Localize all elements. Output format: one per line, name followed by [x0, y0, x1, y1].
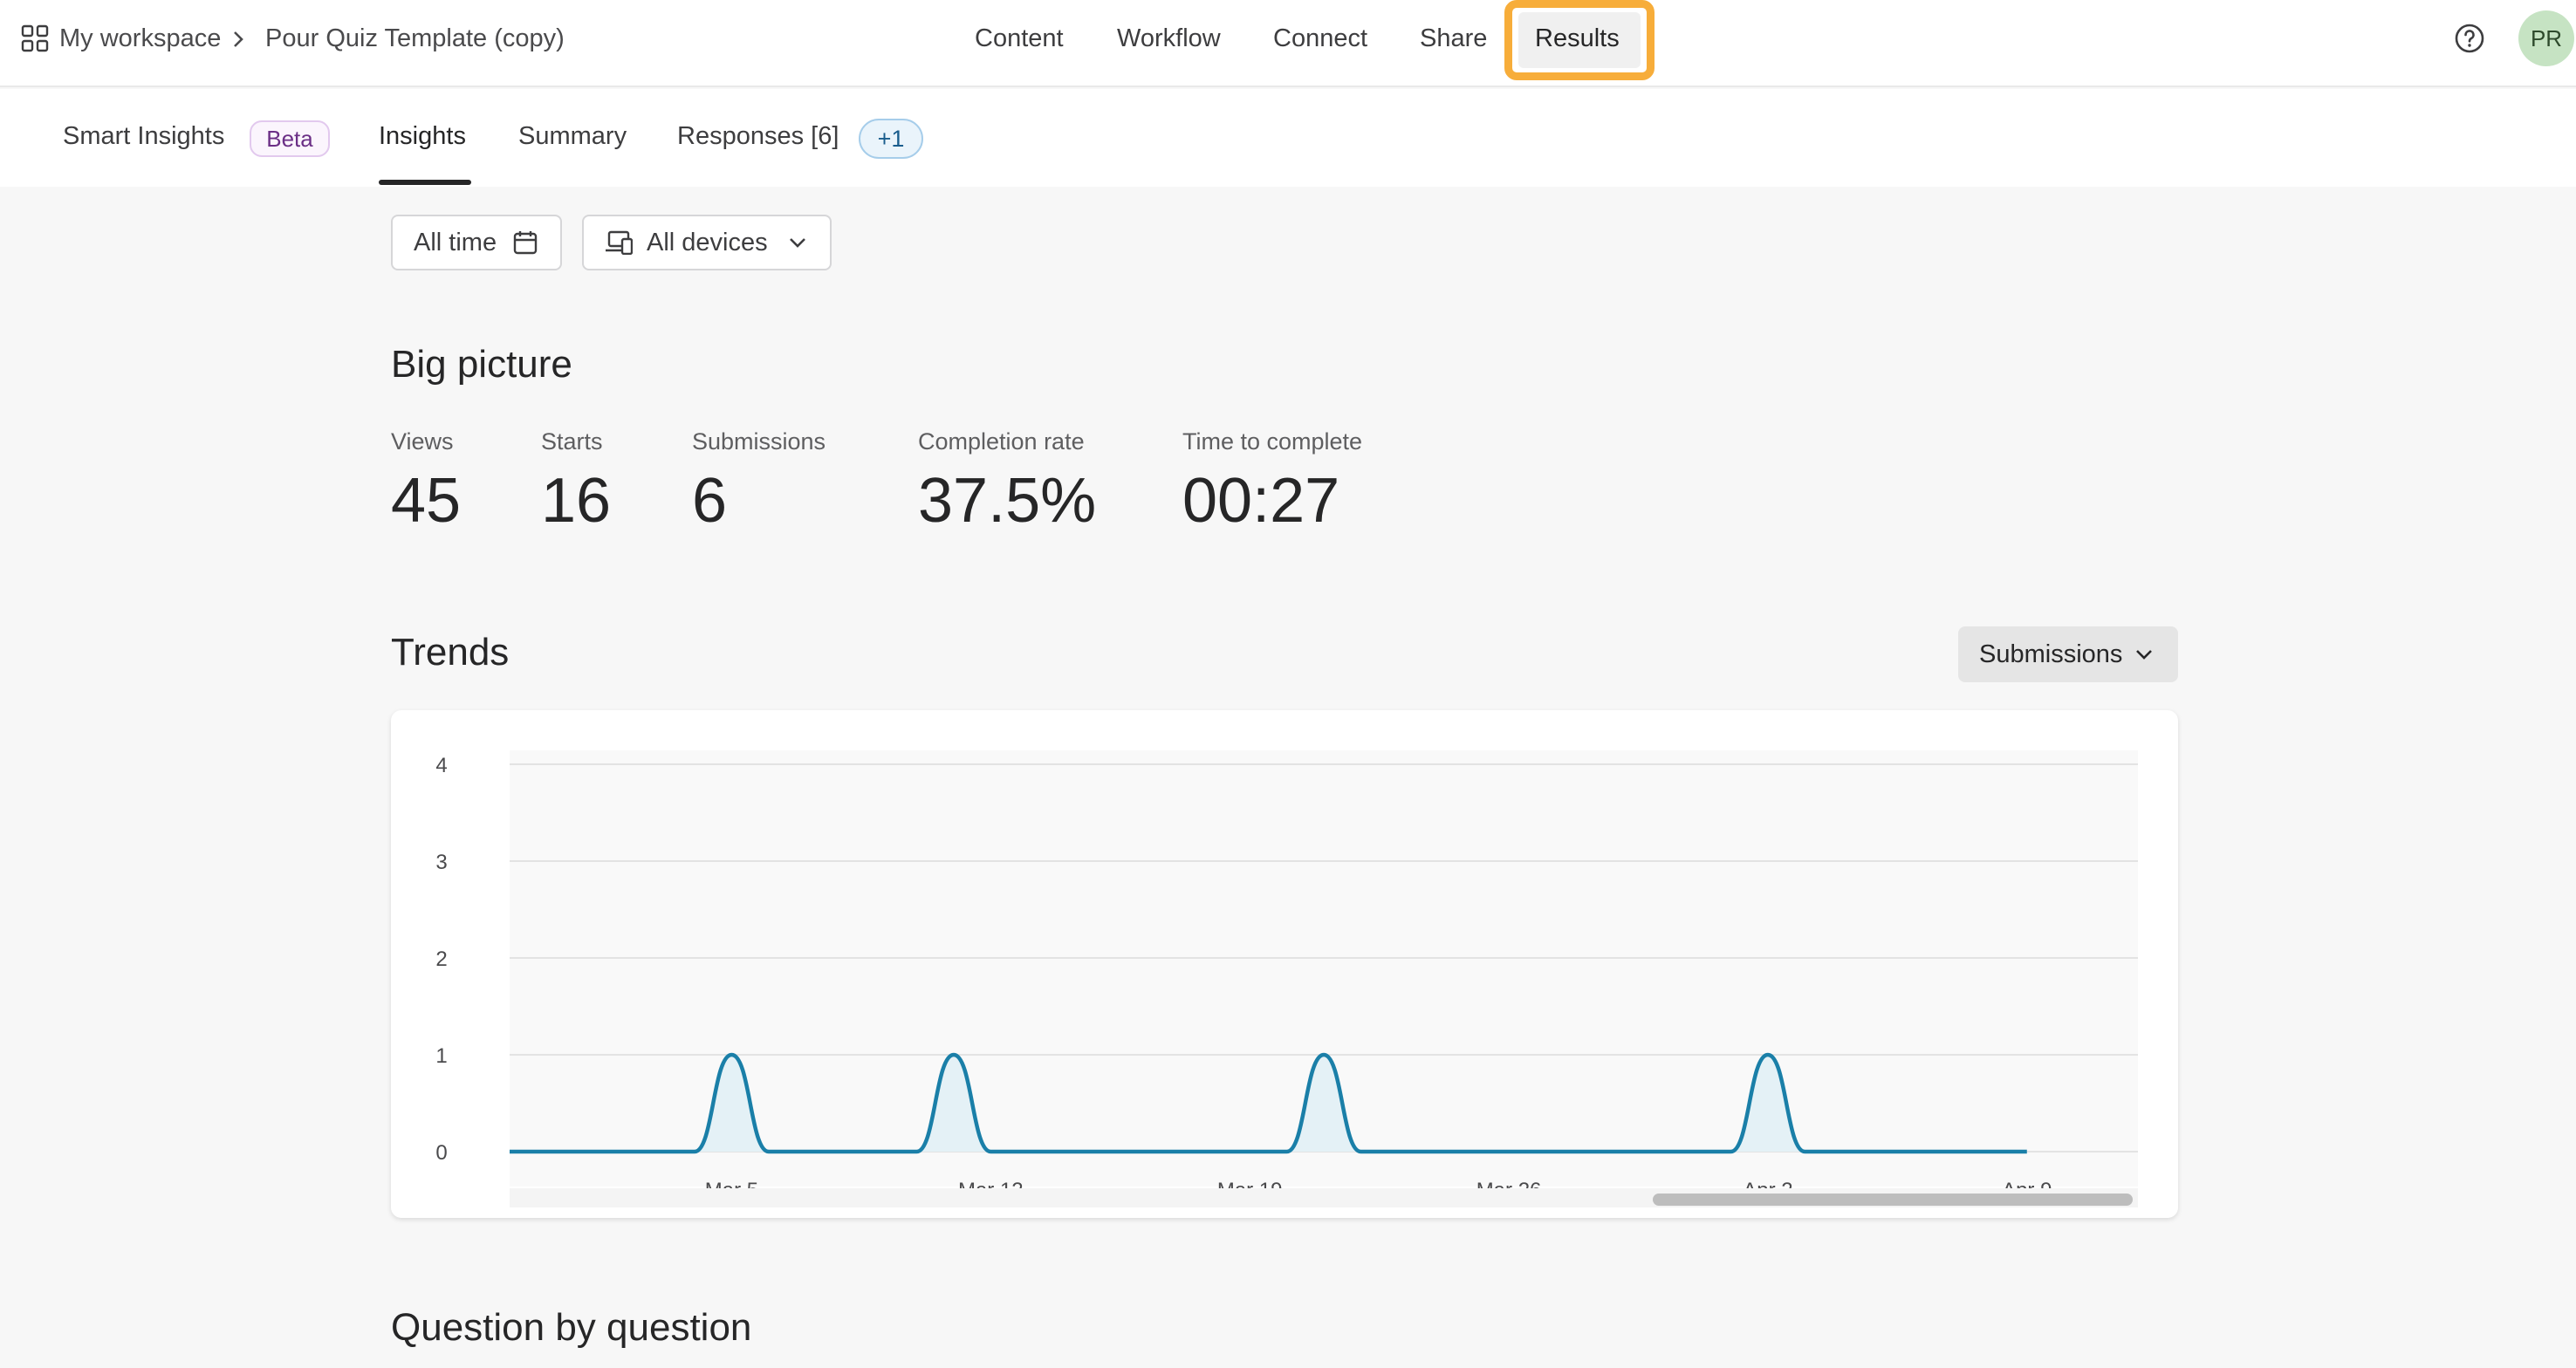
tab-smart-insights[interactable]: Smart Insights [63, 119, 224, 154]
metric-value-views: 45 [391, 466, 462, 536]
chart-scrollbar-thumb[interactable] [1653, 1194, 2133, 1206]
breadcrumb-workspace[interactable]: My workspace [59, 21, 221, 56]
grid-icon[interactable] [21, 24, 49, 52]
metric-value-completion-rate: 37.5% [918, 466, 1097, 536]
devices-icon [606, 230, 633, 255]
tab-results[interactable]: Results [1535, 19, 1620, 58]
page: My workspace Pour Quiz Template (copy) C… [0, 0, 2576, 1368]
y-tick-label: 3 [435, 851, 447, 874]
breadcrumb-form-title[interactable]: Pour Quiz Template (copy) [265, 21, 565, 56]
metric-label-completion-rate: Completion rate [918, 428, 1085, 455]
top-bar: My workspace Pour Quiz Template (copy) C… [0, 0, 2576, 87]
tab-responses[interactable]: Responses [6] [677, 119, 839, 154]
y-tick-label: 2 [435, 947, 447, 971]
metric-label-time-to-complete: Time to complete [1182, 428, 1363, 455]
avatar[interactable]: PR [2518, 10, 2574, 66]
y-tick-label: 4 [435, 754, 447, 777]
beta-badge: Beta [250, 120, 330, 157]
metric-label-views: Views [391, 428, 454, 455]
calendar-icon [513, 231, 538, 255]
chevron-down-icon [2136, 650, 2152, 660]
y-tick-label: 0 [435, 1141, 447, 1165]
tab-insights[interactable]: Insights [379, 119, 466, 154]
metric-value-time-to-complete: 00:27 [1182, 466, 1340, 536]
trends-chart: 01234Mar 5Mar 12Mar 19Mar 26Apr 2Apr 9 [435, 750, 2138, 1202]
trends-chart-card: 01234Mar 5Mar 12Mar 19Mar 26Apr 2Apr 9 [391, 710, 2178, 1218]
y-tick-label: 1 [435, 1044, 447, 1068]
device-filter-label: All devices [647, 229, 768, 256]
chevron-right-icon [234, 31, 243, 47]
results-subnav: Smart Insights Beta Insights Summary Res… [0, 89, 2576, 187]
metric-label-starts: Starts [541, 428, 603, 455]
metric-value-starts: 16 [541, 466, 612, 536]
tab-workflow[interactable]: Workflow [1117, 19, 1221, 58]
device-filter[interactable]: All devices [582, 215, 832, 270]
help-icon[interactable] [2454, 23, 2485, 54]
tab-summary[interactable]: Summary [518, 119, 627, 154]
big-picture-title: Big picture [391, 343, 572, 386]
trend-metric-select[interactable]: Submissions [1958, 626, 2178, 682]
tab-content[interactable]: Content [975, 19, 1064, 58]
new-responses-badge: +1 [859, 119, 923, 159]
metric-label-submissions: Submissions [692, 428, 826, 455]
tab-connect[interactable]: Connect [1273, 19, 1367, 58]
trends-title: Trends [391, 631, 510, 674]
metric-value-submissions: 6 [692, 466, 728, 536]
trend-metric-label: Submissions [1979, 640, 2123, 668]
active-tab-underline [379, 180, 471, 185]
chevron-down-icon [790, 238, 805, 248]
date-range-filter[interactable]: All time [391, 215, 562, 270]
question-by-question-title: Question by question [391, 1306, 752, 1349]
date-range-label: All time [414, 229, 497, 256]
tab-share[interactable]: Share [1420, 19, 1487, 58]
